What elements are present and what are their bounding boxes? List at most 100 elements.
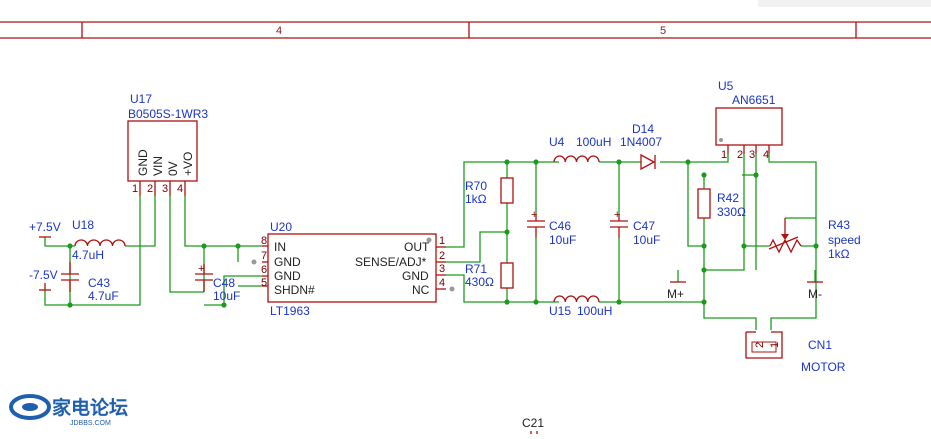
c48-polarity: + [198,263,204,275]
r42-value: 330Ω [717,205,746,219]
u20-nc-marker-7 [251,259,257,265]
u5-ref: U5 [718,79,734,93]
resistor-r42[interactable]: R42 330Ω [697,188,746,219]
u20-num-4: 4 [439,277,445,289]
r71-ref: R71 [465,262,487,276]
u20-num-2: 2 [439,250,445,262]
c47-value: 10uF [633,233,660,247]
u20-pin1-marker [426,237,432,243]
watermark-logo-center [22,403,38,411]
inductor-u18[interactable]: U18 4.7uH [72,218,126,262]
u4-ref: U4 [549,135,565,149]
capacitor-c47[interactable]: + C47 10uF [610,209,660,247]
u20-num-8: 8 [261,235,267,247]
u17-num-1: 1 [132,183,138,195]
u20-pin-gnd-c: GND [402,269,429,283]
u17-pin-vin: VIN [151,156,165,176]
u20-ref: U20 [270,220,292,234]
jdbbs-watermark: 家电论坛 JDBBS.COM [9,394,128,427]
c48-ref: C48 [213,276,235,290]
supply-port-plus[interactable]: +7.5V [29,220,61,238]
u17-pin-vo: +VO [181,152,195,176]
c48-value: 10uF [213,289,240,303]
capacitor-c46[interactable]: + C46 10uF [527,209,576,247]
u17-pin-0v: 0V [166,161,180,176]
u20-num-5: 5 [261,277,267,289]
resistor-r70[interactable]: R70 1kΩ [465,177,514,206]
connector-cn1[interactable]: 2 1 CN1 MOTOR [745,331,846,374]
c21-ref: C21 [522,416,544,430]
motor-controller-u5[interactable]: U5 AN6651 1 2 3 4 [715,79,783,161]
resistor-r71[interactable]: R71 430Ω [465,262,514,289]
r42-ref: R42 [717,191,739,205]
u17-num-4: 4 [177,183,183,195]
c47-polarity: + [614,209,620,221]
net-label-vneg: -7.5V [29,268,58,282]
watermark-main: 家电论坛 [52,396,128,419]
u17-num-2: 2 [147,183,153,195]
d14-value: 1N4007 [620,135,662,149]
c46-value: 10uF [549,233,576,247]
d14-ref: D14 [632,122,654,136]
schematic-canvas: 4 5 +7.5V -7.5V U18 4.7uH C43 4.7uF U17 … [0,0,931,434]
u20-num-1: 1 [439,235,445,247]
u20-pin-in: IN [274,240,286,254]
net-label-vpos: +7.5V [29,220,61,234]
u20-pin-gnd-a: GND [274,255,301,269]
u20-num-3: 3 [439,263,445,275]
cn1-ref: CN1 [808,338,832,352]
watermark-sub: JDBBS.COM [70,420,111,427]
u5-value: AN6651 [732,93,776,107]
u18-ref: U18 [72,218,94,232]
r43-value-speed: speed [828,233,861,247]
toolbar-edge [758,0,931,7]
u5-num-2: 2 [737,149,743,161]
potentiometer-r43[interactable]: R43 speed 1kΩ [768,218,861,261]
supply-port-minus[interactable]: -7.5V [29,268,58,291]
u15-value: 100uH [577,304,612,318]
u20-pin-out: OUT [404,240,430,254]
u5-num-3: 3 [749,149,755,161]
u5-num-4: 4 [763,149,769,161]
net-label-mminus-group[interactable]: M- [807,281,823,301]
r43-value-ohms: 1kΩ [828,247,850,261]
u20-num-7: 7 [261,250,267,262]
u15-ref: U15 [549,304,571,318]
cn1-num-2: 2 [754,342,766,348]
u17-pin-gnd: GND [136,149,150,176]
capacitor-c21-partial[interactable]: C21 [522,416,544,434]
r43-ref: R43 [828,218,850,232]
capacitor-c48[interactable]: + C48 10uF [195,263,240,303]
u20-pin-sense: SENSE/ADJ* [355,255,427,269]
u20-pin-nc: NC [412,283,430,297]
zone-label-5: 5 [660,25,666,37]
zone-label-4: 4 [276,25,282,37]
regulator-u20[interactable]: U20 LT1963 IN GND GND SHDN# 8 7 6 5 OUT … [251,220,455,318]
u17-value: B0505S-1WR3 [128,107,208,121]
c47-ref: C47 [633,219,655,233]
dcdc-module-u17[interactable]: U17 B0505S-1WR3 GND VIN 0V +VO 1 2 3 4 [127,92,208,196]
c43-value: 4.7uF [88,289,119,303]
r71-value: 430Ω [465,275,494,289]
net-label-mminus: M- [808,287,822,301]
u20-value: LT1963 [270,304,310,318]
u17-num-3: 3 [162,183,168,195]
inductor-u4[interactable]: U4 100uH [549,135,611,163]
r70-value: 1kΩ [465,192,487,206]
u20-num-6: 6 [261,264,267,276]
schematic-sheet: 4 5 +7.5V -7.5V U18 4.7uH C43 4.7uF U17 … [0,0,931,434]
u20-nc-marker-4 [449,286,455,292]
net-label-mplus-group[interactable]: M+ [667,281,686,301]
u5-num-1: 1 [721,149,727,161]
u4-value: 100uH [576,135,611,149]
u18-value: 4.7uH [72,248,104,262]
c43-ref: C43 [88,276,110,290]
u5-pin1-marker [719,138,723,142]
cn1-value: MOTOR [801,360,846,374]
u17-ref: U17 [130,92,152,106]
inductor-u15[interactable]: U15 100uH [549,295,612,318]
c46-ref: C46 [549,219,571,233]
sheet-border: 4 5 [0,21,931,39]
u20-pin-shdn: SHDN# [274,283,315,297]
u20-pin-gnd-b: GND [274,269,301,283]
